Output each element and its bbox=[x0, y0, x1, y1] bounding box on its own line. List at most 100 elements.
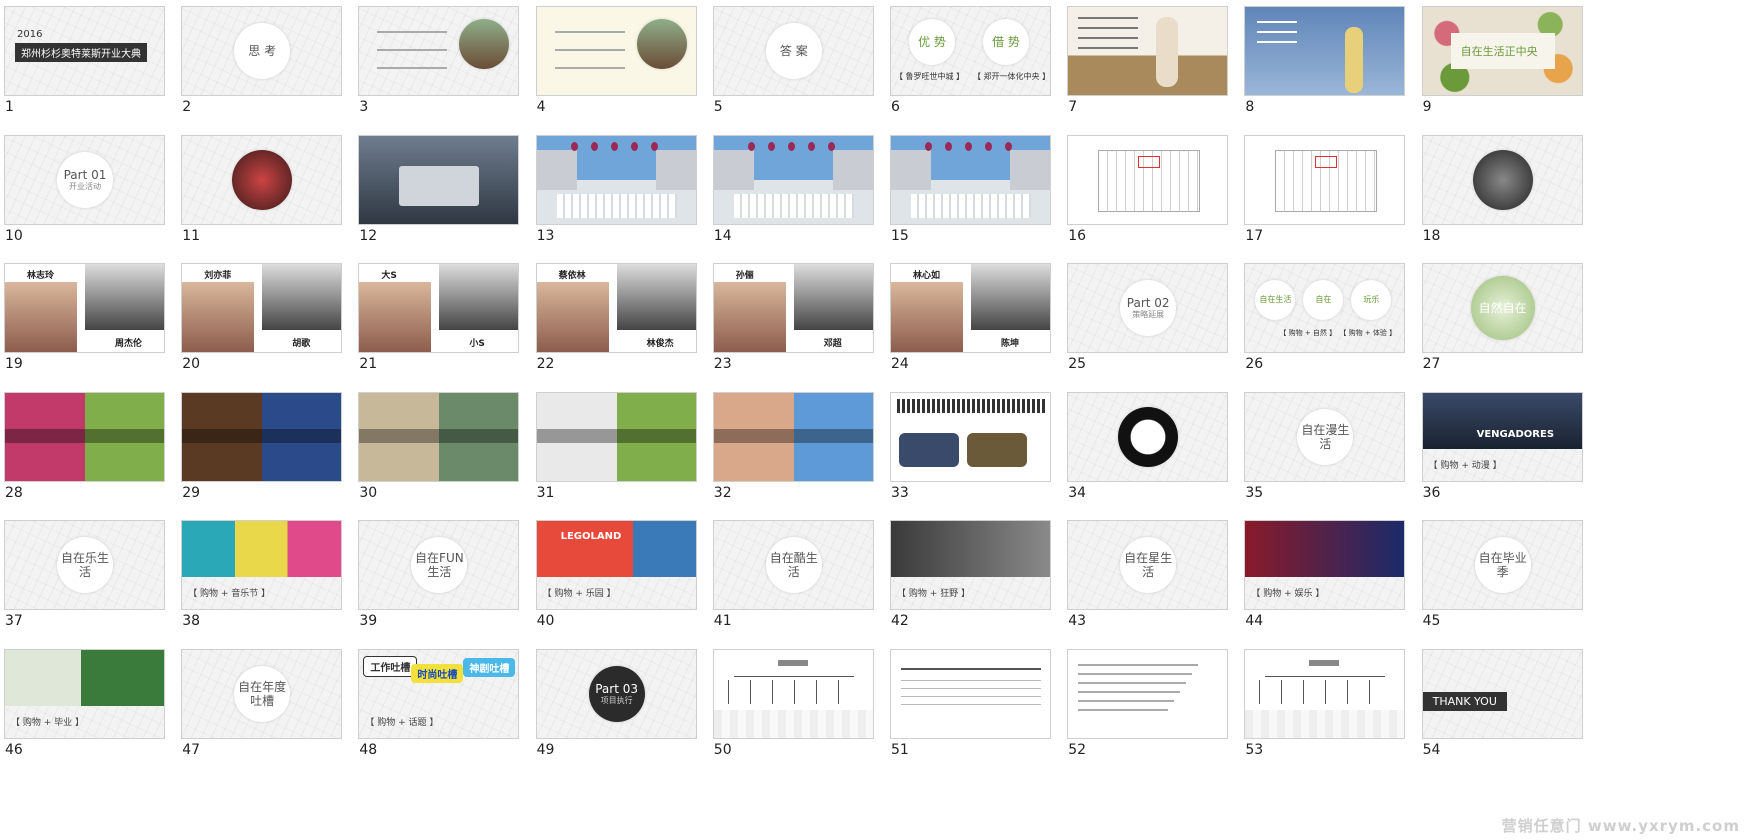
slide-preview[interactable] bbox=[181, 134, 343, 225]
slide-preview[interactable] bbox=[1244, 648, 1406, 739]
slide-preview[interactable] bbox=[1244, 134, 1406, 225]
slide-thumbnail-20[interactable]: 刘亦菲 胡歌 20 bbox=[177, 257, 343, 372]
slide-preview[interactable] bbox=[712, 134, 874, 225]
slide-preview[interactable]: 【 购物 + 音乐节 】 bbox=[181, 520, 343, 610]
slide-preview[interactable]: 自在年度吐槽 bbox=[181, 648, 343, 739]
slide-preview[interactable] bbox=[712, 648, 874, 739]
slide-thumbnail-48[interactable]: 工作吐槽 时尚吐槽 神剧吐槽【 购物 + 话题 】 48 bbox=[354, 643, 520, 758]
slide-thumbnail-43[interactable]: 自在星生活 43 bbox=[1063, 514, 1229, 629]
slide-thumbnail-4[interactable]: 4 bbox=[532, 0, 697, 115]
slide-thumbnail-13[interactable]: 13 bbox=[532, 129, 697, 244]
slide-thumbnail-12[interactable]: 12 bbox=[354, 129, 520, 244]
slide-thumbnail-7[interactable]: 7 bbox=[1063, 0, 1229, 115]
slide-thumbnail-45[interactable]: 自在毕业季 45 bbox=[1418, 514, 1583, 629]
slide-preview[interactable]: 刘亦菲 胡歌 bbox=[181, 263, 343, 353]
slide-thumbnail-41[interactable]: 自在酷生活 41 bbox=[709, 514, 874, 629]
slide-preview[interactable] bbox=[535, 134, 697, 225]
slide-preview[interactable]: 林心如 陈坤 bbox=[890, 263, 1051, 353]
slide-thumbnail-42[interactable]: 【 购物 + 狂野 】 42 bbox=[886, 514, 1051, 629]
slide-thumbnail-26[interactable]: 自在生活 自在 玩乐【 购物 + 自然 】【 购物 + 体验 】 26 bbox=[1240, 257, 1406, 372]
slide-thumbnail-31[interactable]: 31 bbox=[532, 386, 697, 501]
slide-thumbnail-32[interactable]: 32 bbox=[709, 386, 874, 501]
slide-preview[interactable] bbox=[1244, 6, 1406, 96]
slide-thumbnail-51[interactable]: 51 bbox=[886, 643, 1051, 758]
slide-preview[interactable] bbox=[535, 391, 697, 482]
slide-thumbnail-38[interactable]: 【 购物 + 音乐节 】 38 bbox=[177, 514, 343, 629]
slide-thumbnail-21[interactable]: 大S 小S 21 bbox=[354, 257, 520, 372]
slide-thumbnail-30[interactable]: 30 bbox=[354, 386, 520, 501]
slide-preview[interactable] bbox=[181, 391, 343, 482]
slide-preview[interactable]: 自在毕业季 bbox=[1421, 520, 1583, 610]
slide-thumbnail-27[interactable]: 自然自在 27 bbox=[1418, 257, 1583, 372]
slide-thumbnail-50[interactable]: 50 bbox=[709, 643, 874, 758]
slide-thumbnail-2[interactable]: 思 考 2 bbox=[177, 0, 343, 115]
slide-thumbnail-15[interactable]: 15 bbox=[886, 129, 1051, 244]
slide-thumbnail-23[interactable]: 孙俪 邓超 23 bbox=[709, 257, 874, 372]
slide-preview[interactable] bbox=[358, 391, 520, 482]
slide-preview[interactable]: 自在生活正中央 bbox=[1421, 6, 1583, 96]
slide-preview[interactable] bbox=[712, 391, 874, 482]
slide-thumbnail-36[interactable]: VENGADORES 【 购物 + 动漫 】 36 bbox=[1418, 386, 1583, 501]
slide-thumbnail-54[interactable]: THANK YOU 54 bbox=[1418, 643, 1583, 758]
slide-preview[interactable] bbox=[890, 134, 1051, 225]
slide-preview[interactable]: 2016 郑州杉杉奥特莱斯开业大典 bbox=[4, 6, 165, 96]
slide-thumbnail-29[interactable]: 29 bbox=[177, 386, 343, 501]
slide-preview[interactable]: 孙俪 邓超 bbox=[712, 263, 874, 353]
slide-preview[interactable]: VENGADORES 【 购物 + 动漫 】 bbox=[1421, 391, 1583, 482]
slide-thumbnail-46[interactable]: 【 购物 + 毕业 】 46 bbox=[0, 643, 165, 758]
slide-preview[interactable]: 自在生活 自在 玩乐【 购物 + 自然 】【 购物 + 体验 】 bbox=[1244, 263, 1406, 353]
slide-preview[interactable]: 蔡依林 林俊杰 bbox=[535, 263, 697, 353]
slide-preview[interactable] bbox=[358, 6, 520, 96]
slide-thumbnail-8[interactable]: 8 bbox=[1240, 0, 1406, 115]
slide-thumbnail-17[interactable]: 17 bbox=[1240, 129, 1406, 244]
slide-preview[interactable]: 答 案 bbox=[712, 6, 874, 96]
slide-thumbnail-16[interactable]: 16 bbox=[1063, 129, 1229, 244]
slide-preview[interactable]: 【 购物 + 毕业 】 bbox=[4, 648, 165, 739]
slide-thumbnail-47[interactable]: 自在年度吐槽 47 bbox=[177, 643, 343, 758]
slide-preview[interactable]: Part 01 开业活动 bbox=[4, 134, 165, 225]
slide-thumbnail-24[interactable]: 林心如 陈坤 24 bbox=[886, 257, 1051, 372]
slide-preview[interactable]: 林志玲 周杰伦 bbox=[4, 263, 165, 353]
slide-preview[interactable] bbox=[1067, 648, 1229, 739]
slide-thumbnail-34[interactable]: 34 bbox=[1063, 386, 1229, 501]
slide-preview[interactable]: Part 02 策略延展 bbox=[1067, 263, 1229, 353]
slide-preview[interactable]: Part 03 项目执行 bbox=[535, 648, 697, 739]
slide-preview[interactable]: 【 购物 + 狂野 】 bbox=[890, 520, 1051, 610]
slide-preview[interactable] bbox=[358, 134, 520, 225]
slide-preview[interactable]: 自然自在 bbox=[1421, 263, 1583, 353]
slide-preview[interactable]: THANK YOU bbox=[1421, 648, 1583, 739]
slide-thumbnail-1[interactable]: 2016 郑州杉杉奥特莱斯开业大典 1 bbox=[0, 0, 165, 115]
slide-preview[interactable]: 自在漫生活 bbox=[1244, 391, 1406, 482]
slide-thumbnail-25[interactable]: Part 02 策略延展 25 bbox=[1063, 257, 1229, 372]
slide-preview[interactable] bbox=[1067, 134, 1229, 225]
slide-thumbnail-35[interactable]: 自在漫生活 35 bbox=[1240, 386, 1406, 501]
slide-preview[interactable]: 自在星生活 bbox=[1067, 520, 1229, 610]
slide-thumbnail-14[interactable]: 14 bbox=[709, 129, 874, 244]
slide-preview[interactable]: 【 购物 + 娱乐 】 bbox=[1244, 520, 1406, 610]
slide-thumbnail-9[interactable]: 自在生活正中央 9 bbox=[1418, 0, 1583, 115]
slide-thumbnail-53[interactable]: 53 bbox=[1240, 643, 1406, 758]
slide-thumbnail-49[interactable]: Part 03 项目执行 49 bbox=[532, 643, 697, 758]
slide-preview[interactable] bbox=[535, 6, 697, 96]
slide-preview[interactable]: 大S 小S bbox=[358, 263, 520, 353]
slide-thumbnail-3[interactable]: 3 bbox=[354, 0, 520, 115]
slide-preview[interactable] bbox=[890, 391, 1051, 482]
slide-thumbnail-11[interactable]: 11 bbox=[177, 129, 343, 244]
slide-preview[interactable] bbox=[1421, 134, 1583, 225]
slide-preview[interactable]: 自在酷生活 bbox=[712, 520, 874, 610]
slide-preview[interactable]: 工作吐槽 时尚吐槽 神剧吐槽【 购物 + 话题 】 bbox=[358, 648, 520, 739]
slide-thumbnail-6[interactable]: 优 势 借 势【 鲁罗旺世中城 】【 郑开一体化中央 】 6 bbox=[886, 0, 1051, 115]
slide-preview[interactable]: 优 势 借 势【 鲁罗旺世中城 】【 郑开一体化中央 】 bbox=[890, 6, 1051, 96]
slide-preview[interactable]: 思 考 bbox=[181, 6, 343, 96]
slide-thumbnail-39[interactable]: 自在FUN生活 39 bbox=[354, 514, 520, 629]
slide-preview[interactable] bbox=[890, 648, 1051, 739]
slide-thumbnail-37[interactable]: 自在乐生活 37 bbox=[0, 514, 165, 629]
slide-thumbnail-19[interactable]: 林志玲 周杰伦 19 bbox=[0, 257, 165, 372]
slide-thumbnail-52[interactable]: 52 bbox=[1063, 643, 1229, 758]
slide-thumbnail-5[interactable]: 答 案 5 bbox=[709, 0, 874, 115]
slide-preview[interactable] bbox=[1067, 391, 1229, 482]
slide-thumbnail-40[interactable]: LEGOLAND 【 购物 + 乐园 】 40 bbox=[532, 514, 697, 629]
slide-thumbnail-22[interactable]: 蔡依林 林俊杰 22 bbox=[532, 257, 697, 372]
slide-thumbnail-44[interactable]: 【 购物 + 娱乐 】 44 bbox=[1240, 514, 1406, 629]
slide-preview[interactable] bbox=[4, 391, 165, 482]
